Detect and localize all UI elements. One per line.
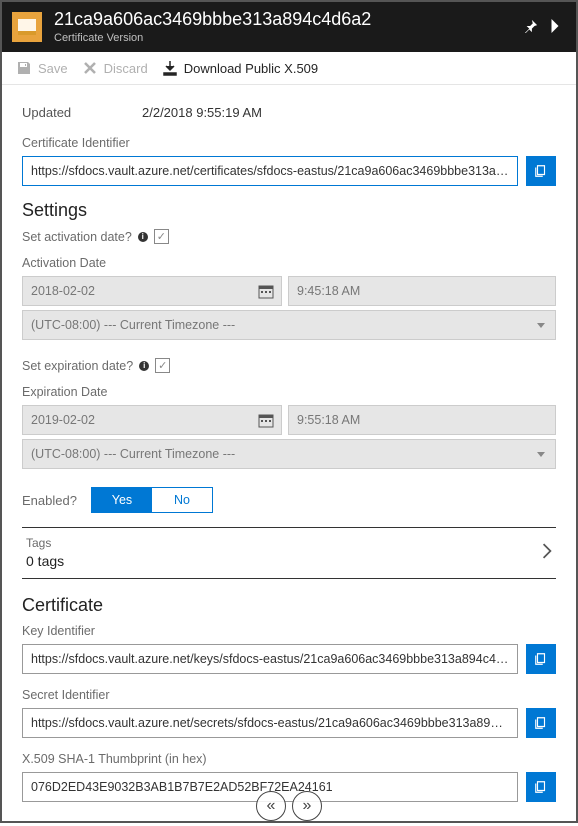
copy-thumbprint-button[interactable]	[526, 772, 556, 802]
tags-label: Tags	[26, 536, 64, 552]
tags-count: 0 tags	[26, 552, 64, 570]
activation-date-input[interactable]: 2018-02-02	[22, 276, 282, 306]
enabled-no[interactable]: No	[152, 488, 212, 512]
blade-title: 21ca9a606ac3469bbbe313a894c4d6a2	[54, 9, 518, 31]
copy-icon	[534, 780, 548, 794]
download-icon	[162, 60, 178, 76]
info-icon[interactable]: i	[139, 361, 149, 371]
secret-id-label: Secret Identifier	[22, 688, 556, 702]
copy-icon	[534, 164, 548, 178]
nav-circles: « »	[256, 791, 322, 821]
set-activation-label: Set activation date? i ✓	[22, 229, 556, 244]
calendar-icon[interactable]	[255, 409, 277, 431]
enabled-yes[interactable]: Yes	[92, 488, 152, 512]
activation-tz-select[interactable]: (UTC-08:00) --- Current Timezone ---	[22, 310, 556, 340]
save-button: Save	[16, 60, 68, 76]
save-label: Save	[38, 61, 68, 76]
certificate-icon	[12, 12, 42, 42]
download-label: Download Public X.509	[184, 61, 318, 76]
certificate-heading: Certificate	[22, 595, 556, 616]
pin-icon[interactable]	[518, 19, 544, 36]
copy-icon	[534, 716, 548, 730]
expiration-time-input[interactable]: 9:55:18 AM	[288, 405, 556, 435]
info-icon[interactable]: i	[138, 232, 148, 242]
activation-time-input[interactable]: 9:45:18 AM	[288, 276, 556, 306]
set-expiration-label: Set expiration date? i ✓	[22, 358, 556, 373]
expiration-date-input[interactable]: 2019-02-02	[22, 405, 282, 435]
settings-heading: Settings	[22, 200, 556, 221]
calendar-icon[interactable]	[255, 280, 277, 302]
blade-header: 21ca9a606ac3469bbbe313a894c4d6a2 Certifi…	[2, 2, 576, 52]
copy-secret-id-button[interactable]	[526, 708, 556, 738]
activation-date-label: Activation Date	[22, 256, 556, 270]
key-id-input[interactable]	[22, 644, 518, 674]
close-icon	[82, 60, 98, 76]
discard-label: Discard	[104, 61, 148, 76]
copy-key-id-button[interactable]	[526, 644, 556, 674]
toolbar: Save Discard Download Public X.509	[2, 52, 576, 85]
chevron-right-icon[interactable]	[544, 19, 566, 36]
discard-button: Discard	[82, 60, 148, 76]
enabled-toggle[interactable]: Yes No	[91, 487, 213, 513]
secret-id-input[interactable]	[22, 708, 518, 738]
cert-id-label: Certificate Identifier	[22, 136, 556, 150]
expiration-date-label: Expiration Date	[22, 385, 556, 399]
expiration-tz-select[interactable]: (UTC-08:00) --- Current Timezone ---	[22, 439, 556, 469]
chevron-right-icon	[542, 543, 552, 562]
key-id-label: Key Identifier	[22, 624, 556, 638]
updated-row: Updated 2/2/2018 9:55:19 AM	[22, 105, 556, 120]
cert-id-input[interactable]	[22, 156, 518, 186]
set-activation-checkbox[interactable]: ✓	[154, 229, 169, 244]
set-expiration-checkbox[interactable]: ✓	[155, 358, 170, 373]
updated-value: 2/2/2018 9:55:19 AM	[142, 105, 262, 120]
save-icon	[16, 60, 32, 76]
nav-prev-button[interactable]: «	[256, 791, 286, 821]
nav-next-button[interactable]: »	[292, 791, 322, 821]
thumbprint-label: X.509 SHA-1 Thumbprint (in hex)	[22, 752, 556, 766]
copy-cert-id-button[interactable]	[526, 156, 556, 186]
download-button[interactable]: Download Public X.509	[162, 60, 318, 76]
copy-icon	[534, 652, 548, 666]
tags-row[interactable]: Tags 0 tags	[22, 527, 556, 579]
updated-label: Updated	[22, 105, 142, 120]
blade-subtitle: Certificate Version	[54, 32, 518, 45]
enabled-label: Enabled?	[22, 493, 77, 508]
